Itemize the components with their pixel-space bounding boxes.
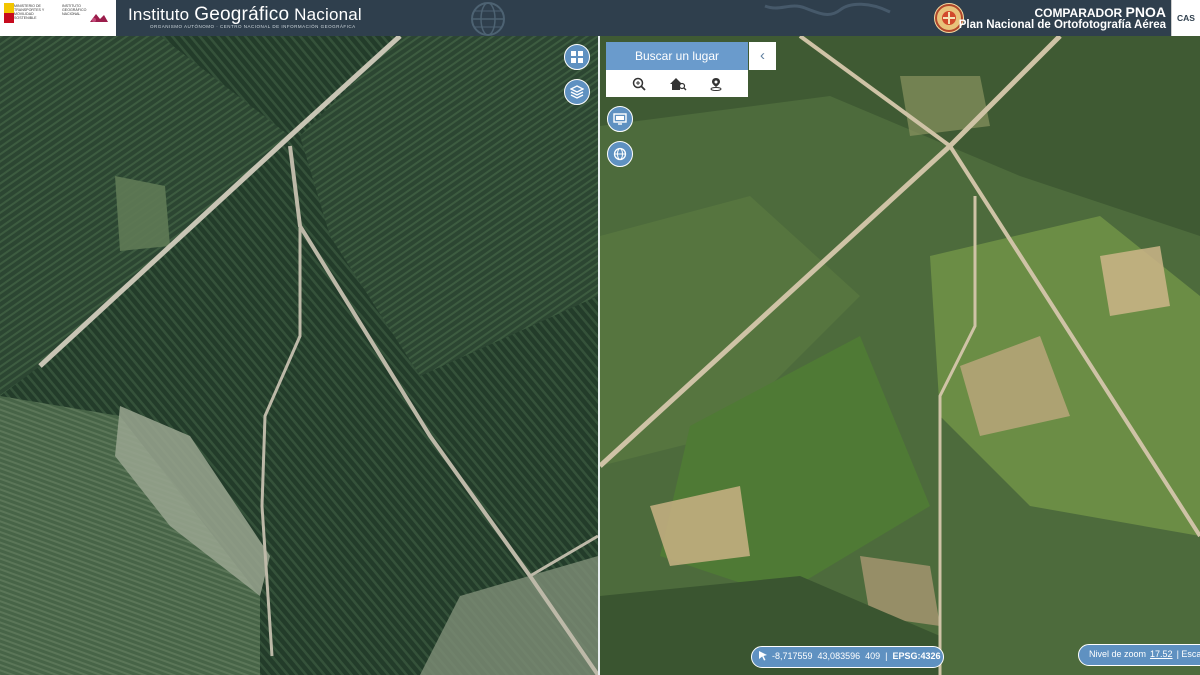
zoom-search-icon[interactable] <box>632 77 646 91</box>
separator: | <box>885 651 888 661</box>
globe-icon <box>613 147 627 161</box>
ign-title[interactable]: Instituto Geográfico Nacional <box>128 4 362 26</box>
map-panel-icon <box>613 113 627 125</box>
layout-grid-icon <box>571 51 583 63</box>
zoom-label: Nivel de zoom <box>1089 649 1147 659</box>
app-subtitle: Plan Nacional de Ortofotografía Aérea <box>958 19 1166 31</box>
language-selector[interactable]: CAS <box>1171 0 1200 36</box>
ign-mark-icon <box>90 14 108 22</box>
right-map-view[interactable] <box>600 36 1200 675</box>
pointer-icon <box>759 651 767 661</box>
latitude-value: 43,083596 <box>817 651 861 661</box>
search-tools <box>606 70 748 97</box>
coordinate-pin-icon[interactable] <box>710 77 722 91</box>
ign-institution-name: INSTITUTO GEOGRÁFICO NACIONAL <box>62 4 87 16</box>
ign-subtitle: ORGANISMO AUTÓNOMO · CENTRO NACIONAL DE … <box>150 24 356 29</box>
app-title: COMPARADOR PNOA <box>1034 4 1166 20</box>
elevation-value: 409 <box>865 651 881 661</box>
epsg-code[interactable]: EPSG:4326 <box>892 651 940 661</box>
longitude-value: -8,717559 <box>772 651 813 661</box>
comparison-divider[interactable] <box>598 36 600 675</box>
search-title[interactable]: Buscar un lugar <box>606 42 748 70</box>
left-map-view[interactable] <box>0 36 598 675</box>
layout-button[interactable] <box>564 44 590 70</box>
separator: | <box>1176 649 1179 659</box>
address-search-icon[interactable] <box>669 77 687 91</box>
layers-icon <box>570 85 584 99</box>
ministry-name: MINISTERIO DE TRANSPORTES Y MOVILIDAD SO… <box>14 4 45 20</box>
scale-label: Esca <box>1181 649 1200 659</box>
search-panel: Buscar un lugar ‹ <box>606 42 776 98</box>
chevron-left-icon[interactable]: ‹ <box>749 42 776 70</box>
layers-button[interactable] <box>564 79 590 105</box>
app-header: MINISTERIO DE TRANSPORTES Y MOVILIDAD SO… <box>0 0 1200 36</box>
zoom-value[interactable]: 17.52 <box>1150 649 1173 659</box>
map-decoration-icon <box>764 2 891 16</box>
globe-button[interactable] <box>607 141 633 167</box>
coordinates-bar: -8,717559 43,083596 409 | EPSG:4326 <box>751 646 944 668</box>
map-panel-button[interactable] <box>607 106 633 132</box>
zoom-level-bar: Nivel de zoom 17.52 | Esca <box>1078 644 1200 666</box>
ministry-logo[interactable]: MINISTERIO DE TRANSPORTES Y MOVILIDAD SO… <box>0 0 116 36</box>
globe-decoration-icon <box>471 2 505 36</box>
